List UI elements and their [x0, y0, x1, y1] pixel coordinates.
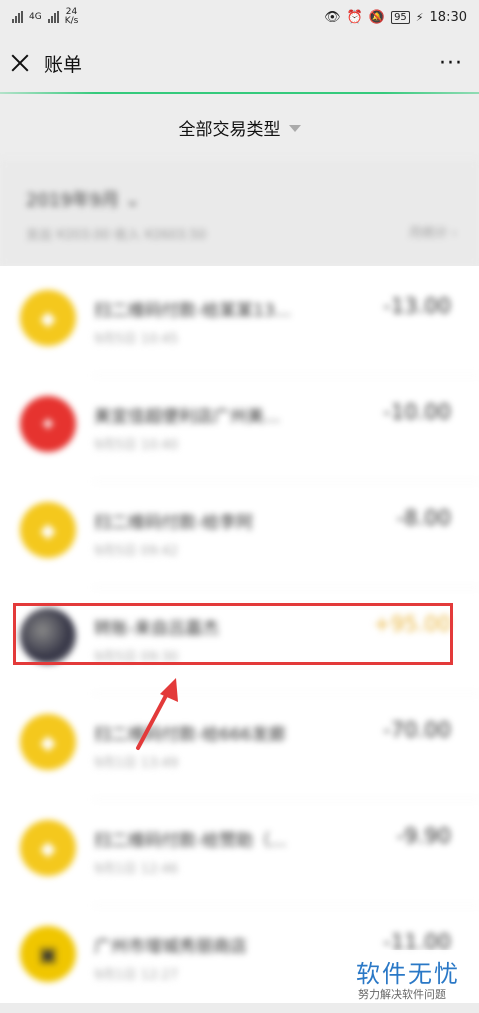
transaction-time: 9月5日 10:40	[94, 438, 179, 453]
transaction-amount: -8.00	[396, 506, 451, 530]
bottom-bar	[0, 1003, 479, 1013]
transaction-row[interactable]: ◆ 扫二维码付款-给某某13... 9月5日 10:45 -13.00	[0, 266, 479, 376]
annotation-arrow-icon	[136, 678, 178, 750]
transaction-row[interactable]: ◆ 扫二维码付款-给赞助（... 9月1日 12:46 -9.90	[0, 796, 479, 906]
chevron-down-icon: ⌄	[125, 190, 141, 211]
store-icon: ▣	[38, 942, 58, 966]
wallet-icon: ◆	[40, 306, 56, 330]
transaction-title: 扫二维码付款-给李阿	[94, 513, 254, 533]
merchant-avatar: ◆	[20, 714, 76, 770]
transaction-row[interactable]: ◆ 扫二维码付款-给李阿 9月5日 09:42 -8.00	[0, 478, 479, 588]
transaction-time: 9月5日 10:45	[94, 332, 179, 347]
close-icon[interactable]	[10, 53, 30, 73]
transaction-title: 广州市增城秀丽商店	[94, 937, 247, 957]
signal-icon	[12, 11, 23, 23]
month-summary: 支出 ¥203.00 收入 ¥2603.50	[26, 228, 207, 243]
mute-icon: 🔕	[368, 9, 386, 25]
merchant-avatar: ▣	[20, 926, 76, 982]
network-label: 4G	[29, 12, 42, 22]
merchant-avatar: ◆	[20, 290, 76, 346]
wallet-icon: ◆	[40, 836, 56, 860]
merchant-avatar: ◆	[20, 502, 76, 558]
merchant-avatar: ✦	[20, 396, 76, 452]
transaction-title: 扫二维码付款-给某某13...	[94, 301, 291, 321]
clock-time: 18:30	[429, 9, 467, 25]
watermark-subtitle: 努力解决软件问题	[358, 988, 446, 1001]
transaction-time: 9月5日 09:42	[94, 544, 179, 559]
transaction-amount: -70.00	[383, 718, 451, 742]
eye-icon: 👁	[324, 9, 341, 25]
transaction-title: 扫二维码付款-给赞助（...	[94, 831, 287, 851]
highlight-box	[13, 603, 453, 665]
transaction-row[interactable]: ◆ 扫二维码付款-给666发廊 9月1日 13:49 -70.00	[0, 690, 479, 800]
transaction-amount: -10.00	[383, 400, 451, 424]
month-selector[interactable]: 2019年9月 ⌄	[26, 186, 140, 212]
wallet-icon: ◆	[40, 518, 56, 542]
month-stats-link[interactable]: 月统计 ›	[409, 222, 457, 241]
network-speed: 24 K/s	[64, 7, 79, 26]
transaction-amount: -13.00	[383, 294, 451, 318]
status-left: 4G 24 K/s	[12, 8, 78, 26]
watermark: 软件无忧 努力解决软件问题	[350, 950, 474, 1005]
status-bar: 4G 24 K/s 👁 ⏰ 🔕 95 ⚡ 18:30	[0, 0, 479, 34]
transaction-amount: -9.90	[396, 824, 451, 848]
more-options-icon[interactable]: ···	[439, 51, 469, 76]
chevron-down-icon	[288, 124, 301, 132]
battery-icon: 95	[391, 10, 410, 24]
transaction-title: 美宜佳超便利店广州美...	[94, 407, 281, 427]
transaction-row[interactable]: ✦ 美宜佳超便利店广州美... 9月5日 10:40 -10.00	[0, 372, 479, 482]
transaction-time: 9月1日 12:27	[94, 968, 179, 983]
signal-icon-2	[47, 11, 59, 23]
filter-label: 全部交易类型	[178, 119, 281, 140]
page-title: 账单	[44, 53, 83, 76]
status-right: 👁 ⏰ 🔕 95 ⚡ 18:30	[324, 10, 467, 25]
merchant-avatar: ◆	[20, 820, 76, 876]
transaction-time: 9月1日 12:46	[94, 862, 179, 877]
alarm-icon: ⏰	[346, 9, 363, 25]
nav-bar: 账单 ···	[0, 34, 479, 92]
transaction-type-filter[interactable]: 全部交易类型	[0, 94, 479, 160]
month-header: 2019年9月 ⌄ 支出 ¥203.00 收入 ¥2603.50 月统计 ›	[0, 160, 479, 266]
watermark-title: 软件无忧	[356, 960, 460, 988]
charging-icon: ⚡	[415, 10, 424, 24]
wallet-icon: ◆	[40, 730, 56, 754]
store-icon: ✦	[39, 412, 57, 436]
